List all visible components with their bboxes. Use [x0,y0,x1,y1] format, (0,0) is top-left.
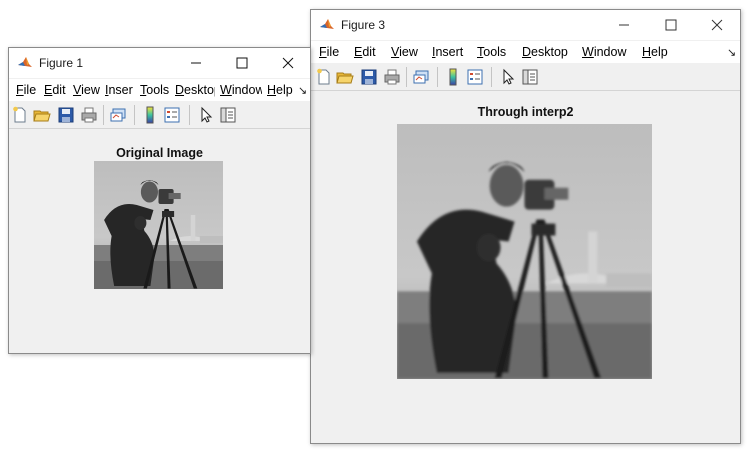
menu-file[interactable]: File [16,83,36,97]
legend-icon[interactable] [163,106,181,124]
link-plot-icon[interactable] [110,106,128,124]
menu-help[interactable]: Help [642,45,668,59]
pointer-icon[interactable] [197,106,215,124]
menu-insert[interactable]: Insert [105,83,133,97]
title-bar[interactable]: Figure 3 [311,10,740,40]
menu-window[interactable]: Window [220,83,262,97]
minimize-icon [619,24,629,26]
title-bar[interactable]: Figure 1 [9,48,310,78]
print-icon[interactable] [80,106,98,124]
toolbar-separator [103,105,104,125]
menu-bar: File Edit View Insert Tools Desktop Wind… [311,41,740,63]
figure-toolbar [9,102,310,129]
maximize-button[interactable] [648,10,694,40]
new-figure-icon[interactable] [11,106,29,124]
close-icon [711,19,723,31]
link-plot-icon[interactable] [413,68,431,86]
toolbar-separator [134,105,135,125]
image-axes[interactable] [397,124,652,379]
colorbar-icon[interactable] [141,106,159,124]
print-icon[interactable] [383,68,401,86]
open-file-icon[interactable] [33,106,51,124]
menu-tools[interactable]: Tools [140,83,171,97]
menu-view[interactable]: View [391,45,418,59]
figure-3-window[interactable]: Figure 3 File Edit View Insert Tools Des… [310,9,741,444]
toolbar-separator [406,67,407,87]
figure-1-window[interactable]: Figure 1 File Edit View Insert Tools Des… [8,47,311,354]
open-file-icon[interactable] [336,68,354,86]
minimize-button[interactable] [601,10,647,40]
matlab-logo-icon [17,55,33,71]
pointer-icon[interactable] [499,68,517,86]
window-title: Figure 1 [39,56,84,70]
menu-desktop[interactable]: Desktop [175,83,215,97]
matlab-logo-icon [319,17,335,33]
menu-window[interactable]: Window [582,45,626,59]
maximize-icon [665,19,677,31]
toolbar-separator [189,105,190,125]
toolbar-separator [437,67,438,87]
figure-canvas[interactable]: Original Image [9,129,310,353]
property-inspector-icon[interactable] [219,106,237,124]
property-inspector-icon[interactable] [521,68,539,86]
menu-view[interactable]: View [73,83,101,97]
axes-title: Original Image [116,146,203,160]
figure-canvas[interactable]: Through interp2 [311,91,740,443]
save-icon[interactable] [360,68,378,86]
maximize-button[interactable] [219,48,265,78]
save-icon[interactable] [57,106,75,124]
new-figure-icon[interactable] [315,68,333,86]
close-icon [282,57,294,69]
image-axes[interactable] [94,161,223,289]
menu-edit[interactable]: Edit [354,45,376,59]
menu-overflow-icon[interactable]: ↘ [727,46,736,59]
menu-file[interactable]: File [319,45,339,59]
menu-desktop[interactable]: Desktop [522,45,568,59]
minimize-button[interactable] [173,48,219,78]
cameraman-image [397,124,652,379]
menu-bar: File Edit View Insert Tools Desktop Wind… [9,79,310,101]
cameraman-image [94,161,223,289]
colorbar-icon[interactable] [444,68,462,86]
close-button[interactable] [265,48,311,78]
window-title: Figure 3 [341,18,386,32]
toolbar-separator [491,67,492,87]
menu-edit[interactable]: Edit [44,83,66,97]
menu-insert[interactable]: Insert [432,45,463,59]
menu-tools[interactable]: Tools [477,45,506,59]
legend-icon[interactable] [466,68,484,86]
figure-toolbar [311,64,740,91]
minimize-icon [191,62,201,64]
menu-overflow-icon[interactable]: ↘ [298,84,307,97]
close-button[interactable] [694,10,740,40]
maximize-icon [236,57,248,69]
menu-help[interactable]: Help [267,83,293,97]
axes-title: Through interp2 [477,105,574,119]
